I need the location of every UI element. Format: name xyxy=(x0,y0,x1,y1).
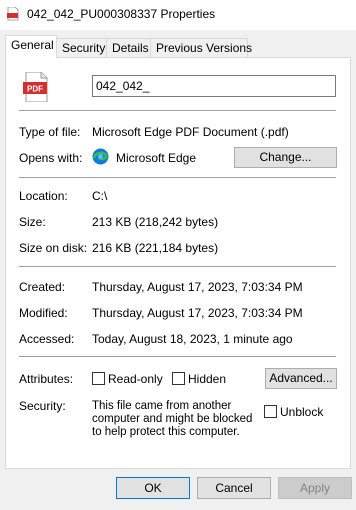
pdf-document-icon: PDF xyxy=(23,72,48,102)
readonly-checkbox[interactable] xyxy=(92,372,105,385)
general-panel: PDF Type of file: Microsoft Edge PDF Doc… xyxy=(5,57,351,469)
window-title: 042_042_PU000308337 Properties xyxy=(27,7,216,21)
edge-icon xyxy=(92,148,109,165)
opens-with-value: Microsoft Edge xyxy=(116,151,197,165)
apply-button[interactable]: Apply xyxy=(278,477,352,499)
ok-button[interactable]: OK xyxy=(116,477,190,499)
pdf-icon-label: PDF xyxy=(27,85,43,94)
change-button[interactable]: Change... xyxy=(234,147,337,168)
size-on-disk-label: Size on disk: xyxy=(19,241,88,255)
created-label: Created: xyxy=(19,280,66,294)
file-name-input[interactable] xyxy=(92,75,336,97)
separator xyxy=(19,356,336,357)
advanced-button[interactable]: Advanced... xyxy=(265,368,337,389)
separator xyxy=(19,177,336,178)
modified-label: Modified: xyxy=(19,306,68,320)
cancel-button[interactable]: Cancel xyxy=(197,477,271,499)
pdf-file-icon xyxy=(7,7,19,21)
location-value: C:\ xyxy=(92,189,108,203)
modified-value: Thursday, August 17, 2023, 7:03:34 PM xyxy=(92,306,303,320)
properties-dialog: 042_042_PU000308337 Properties General S… xyxy=(0,0,356,510)
title-bar[interactable]: 042_042_PU000308337 Properties xyxy=(0,0,356,30)
type-of-file-value: Microsoft Edge PDF Document (.pdf) xyxy=(92,125,289,139)
location-label: Location: xyxy=(19,189,68,203)
tab-general[interactable]: General xyxy=(5,35,57,58)
type-of-file-label: Type of file: xyxy=(19,125,81,139)
unblock-label[interactable]: Unblock xyxy=(280,405,323,419)
size-label: Size: xyxy=(19,215,46,229)
opens-with-label: Opens with: xyxy=(19,151,83,165)
accessed-label: Accessed: xyxy=(19,332,75,346)
separator xyxy=(19,110,336,111)
unblock-checkbox[interactable] xyxy=(264,405,277,418)
security-message: This file came from another computer and… xyxy=(92,400,253,438)
hidden-label[interactable]: Hidden xyxy=(188,372,226,386)
readonly-label[interactable]: Read-only xyxy=(108,372,163,386)
tab-previous-versions[interactable]: Previous Versions xyxy=(150,38,252,57)
size-value: 213 KB (218,242 bytes) xyxy=(92,215,219,229)
security-label: Security: xyxy=(19,399,66,413)
tab-security[interactable]: Security xyxy=(56,38,108,57)
hidden-checkbox[interactable] xyxy=(172,372,185,385)
separator xyxy=(19,266,336,267)
created-value: Thursday, August 17, 2023, 7:03:34 PM xyxy=(92,280,303,294)
accessed-value: Today, August 18, 2023, 1 minute ago xyxy=(92,332,293,346)
size-on-disk-value: 216 KB (221,184 bytes) xyxy=(92,241,219,255)
tab-details[interactable]: Details xyxy=(106,38,152,57)
attributes-label: Attributes: xyxy=(19,372,74,386)
